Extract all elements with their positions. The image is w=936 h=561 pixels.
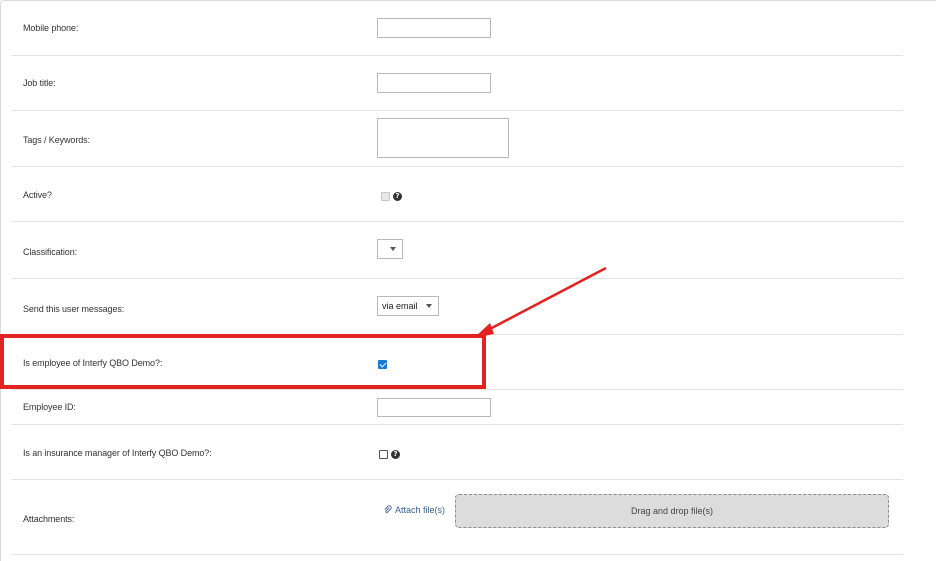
- insurance-manager-label: Is an insurance manager of Interfy QBO D…: [23, 448, 212, 458]
- help-icon[interactable]: ?: [393, 192, 402, 201]
- mobile-phone-input[interactable]: [377, 18, 491, 38]
- attachments-row: Attachments: Attach file(s) Drag and dro…: [11, 480, 903, 555]
- active-checkbox[interactable]: [381, 192, 390, 201]
- insurance-manager-checkbox[interactable]: [379, 450, 388, 459]
- insurance-manager-row: Is an insurance manager of Interfy QBO D…: [11, 425, 903, 480]
- classification-select[interactable]: [377, 239, 403, 259]
- chevron-down-icon: [426, 304, 432, 308]
- messages-label: Send this user messages:: [23, 304, 125, 314]
- active-label: Active?: [23, 190, 52, 200]
- paperclip-icon: [383, 505, 392, 514]
- classification-row: Classification:: [11, 222, 903, 279]
- dropzone-label: Drag and drop file(s): [630, 506, 714, 516]
- chevron-down-icon: [390, 247, 396, 251]
- messages-row: Send this user messages: via email: [11, 279, 903, 335]
- messages-value: via email: [382, 301, 418, 311]
- job-title-label: Job title:: [23, 78, 56, 88]
- job-title-input[interactable]: [377, 73, 491, 93]
- help-icon[interactable]: ?: [391, 450, 400, 459]
- employee-id-input[interactable]: [377, 398, 491, 417]
- messages-select[interactable]: via email: [377, 296, 439, 316]
- active-row: Active? ?: [11, 167, 903, 222]
- attach-files-link[interactable]: Attach file(s): [383, 505, 445, 515]
- job-title-row: Job title:: [11, 56, 903, 111]
- tags-textarea[interactable]: [377, 118, 509, 158]
- attachments-label: Attachments:: [23, 514, 75, 524]
- employee-id-label: Employee ID:: [23, 402, 76, 412]
- attach-files-label: Attach file(s): [395, 505, 446, 515]
- classification-label: Classification:: [23, 247, 78, 257]
- mobile-phone-row: Mobile phone:: [11, 1, 903, 56]
- tags-row: Tags / Keywords:: [11, 111, 903, 167]
- drag-drop-zone[interactable]: Drag and drop file(s): [455, 494, 889, 528]
- highlight-box: [0, 334, 486, 389]
- mobile-phone-label: Mobile phone:: [23, 23, 79, 33]
- tags-label: Tags / Keywords:: [23, 135, 90, 145]
- employee-id-row: Employee ID:: [11, 390, 903, 425]
- form-panel: Mobile phone: Job title: Tags / Keywords…: [0, 0, 936, 561]
